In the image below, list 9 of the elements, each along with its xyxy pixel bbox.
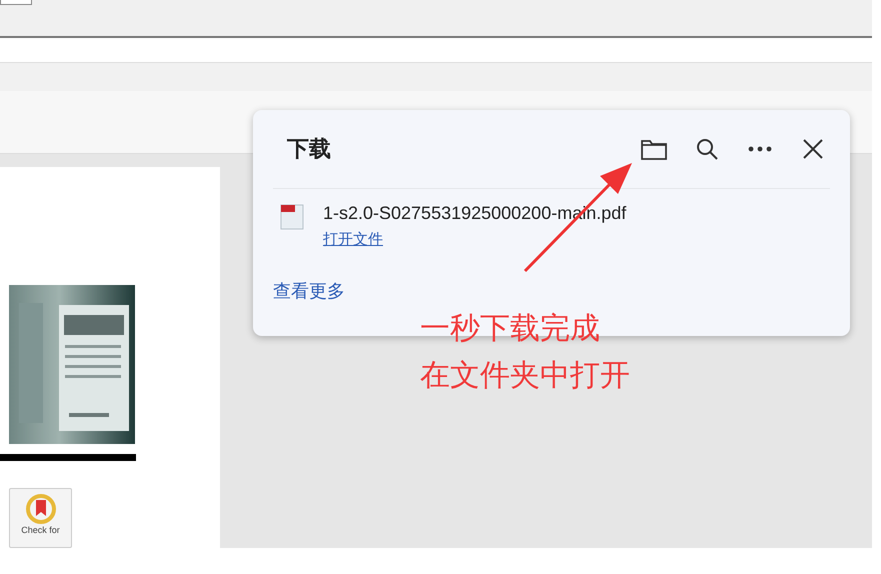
panel-title: 下载	[287, 136, 332, 164]
annotation-text: 在文件夹中打开	[420, 357, 630, 395]
pdf-file-icon	[279, 203, 305, 231]
annotation-text: 一秒下载完成	[420, 310, 601, 348]
badge-text: Check for	[21, 524, 60, 535]
bookmark-icon	[24, 492, 56, 525]
open-file-link[interactable]: 打开文件	[323, 230, 383, 249]
window-control	[0, 0, 32, 5]
see-more-link[interactable]: 查看更多	[273, 279, 345, 303]
